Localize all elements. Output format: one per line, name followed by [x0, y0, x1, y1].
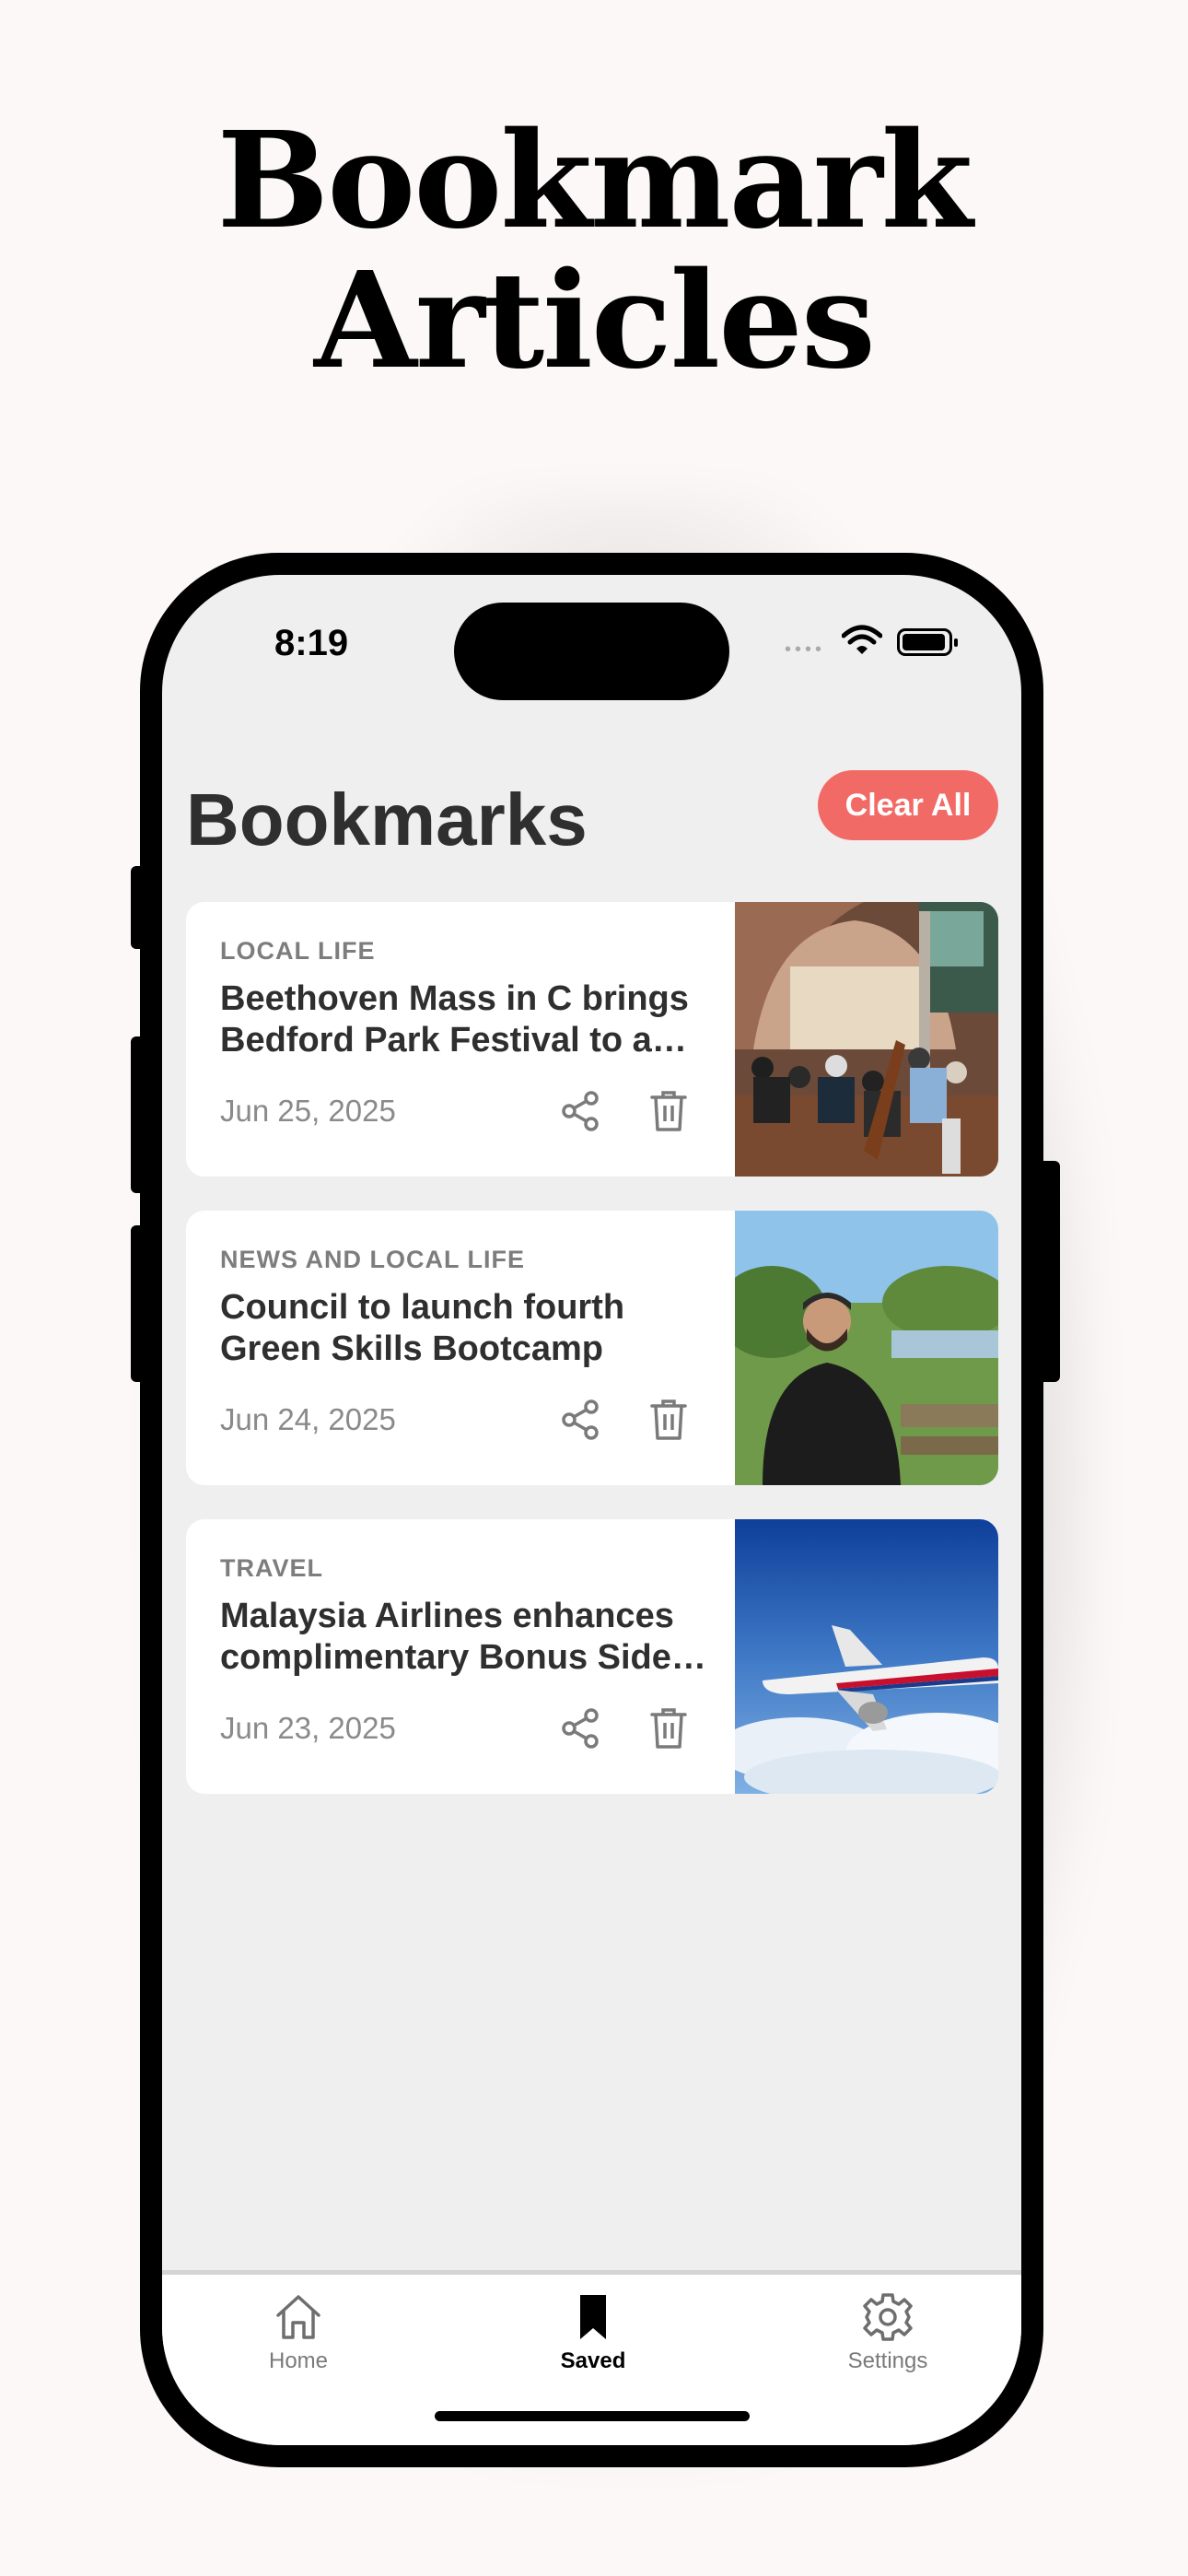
card-title: Council to launch fourth Green Skills Bo…: [220, 1288, 625, 1368]
tab-label: Saved: [560, 2348, 626, 2373]
bookmark-icon: [580, 2295, 606, 2339]
promo-title-line2: Articles: [314, 242, 876, 398]
card-title: Beethoven Mass in C brings Bedford Park …: [220, 979, 689, 1060]
trash-icon[interactable]: [648, 1706, 689, 1751]
home-indicator: [435, 2411, 750, 2421]
card-text: NEWS AND LOCAL LIFE Council to launch fo…: [220, 1246, 717, 1370]
promo-title-line1: Bookmark: [216, 102, 973, 258]
tab-label: Home: [268, 2348, 329, 2373]
battery-icon: [897, 628, 958, 656]
card-category: TRAVEL: [220, 1554, 323, 1582]
house-icon: [276, 2295, 320, 2339]
phone-screen: 8:19 •••• Bookmarks Clear All LOCAL LIFE…: [162, 575, 1021, 2445]
bookmark-card[interactable]: LOCAL LIFE Beethoven Mass in C brings Be…: [186, 902, 998, 1177]
tab-bar: Home Saved Settings: [162, 2270, 1021, 2445]
page-title: Bookmarks: [186, 779, 588, 861]
promo-title: Bookmark Articles: [0, 111, 1188, 391]
orchestra-in-church-photo: [735, 902, 998, 1177]
card-date: Jun 25, 2025: [220, 1094, 396, 1128]
tab-saved[interactable]: Saved: [510, 2291, 676, 2374]
airplane-in-sky-photo: [735, 1519, 998, 1794]
card-category: LOCAL LIFE: [220, 937, 376, 965]
card-title: Malaysia Airlines enhances complimentary…: [220, 1597, 674, 1677]
share-icon[interactable]: [558, 1706, 602, 1751]
trash-icon[interactable]: [648, 1089, 689, 1133]
tab-label: Settings: [847, 2348, 928, 2373]
status-time: 8:19: [274, 623, 349, 663]
card-date: Jun 24, 2025: [220, 1402, 396, 1436]
clear-all-button[interactable]: Clear All: [818, 770, 998, 840]
cellular-signal-icon: ••••: [785, 639, 826, 660]
card-text: TRAVEL Malaysia Airlines enhances compli…: [220, 1554, 717, 1679]
bookmark-card[interactable]: NEWS AND LOCAL LIFE Council to launch fo…: [186, 1211, 998, 1485]
gear-icon: [863, 2293, 913, 2341]
share-icon[interactable]: [558, 1089, 602, 1133]
bookmark-card[interactable]: TRAVEL Malaysia Airlines enhances compli…: [186, 1519, 998, 1794]
tab-settings[interactable]: Settings: [805, 2291, 971, 2374]
share-icon[interactable]: [558, 1398, 602, 1442]
trash-icon[interactable]: [648, 1398, 689, 1442]
dynamic-island: [454, 603, 729, 700]
card-date: Jun 23, 2025: [220, 1711, 396, 1745]
card-text: LOCAL LIFE Beethoven Mass in C brings Be…: [220, 937, 717, 1061]
card-category: NEWS AND LOCAL LIFE: [220, 1246, 525, 1273]
tab-home[interactable]: Home: [215, 2291, 381, 2374]
man-in-park-photo: [735, 1211, 998, 1485]
wifi-icon: [842, 625, 882, 654]
